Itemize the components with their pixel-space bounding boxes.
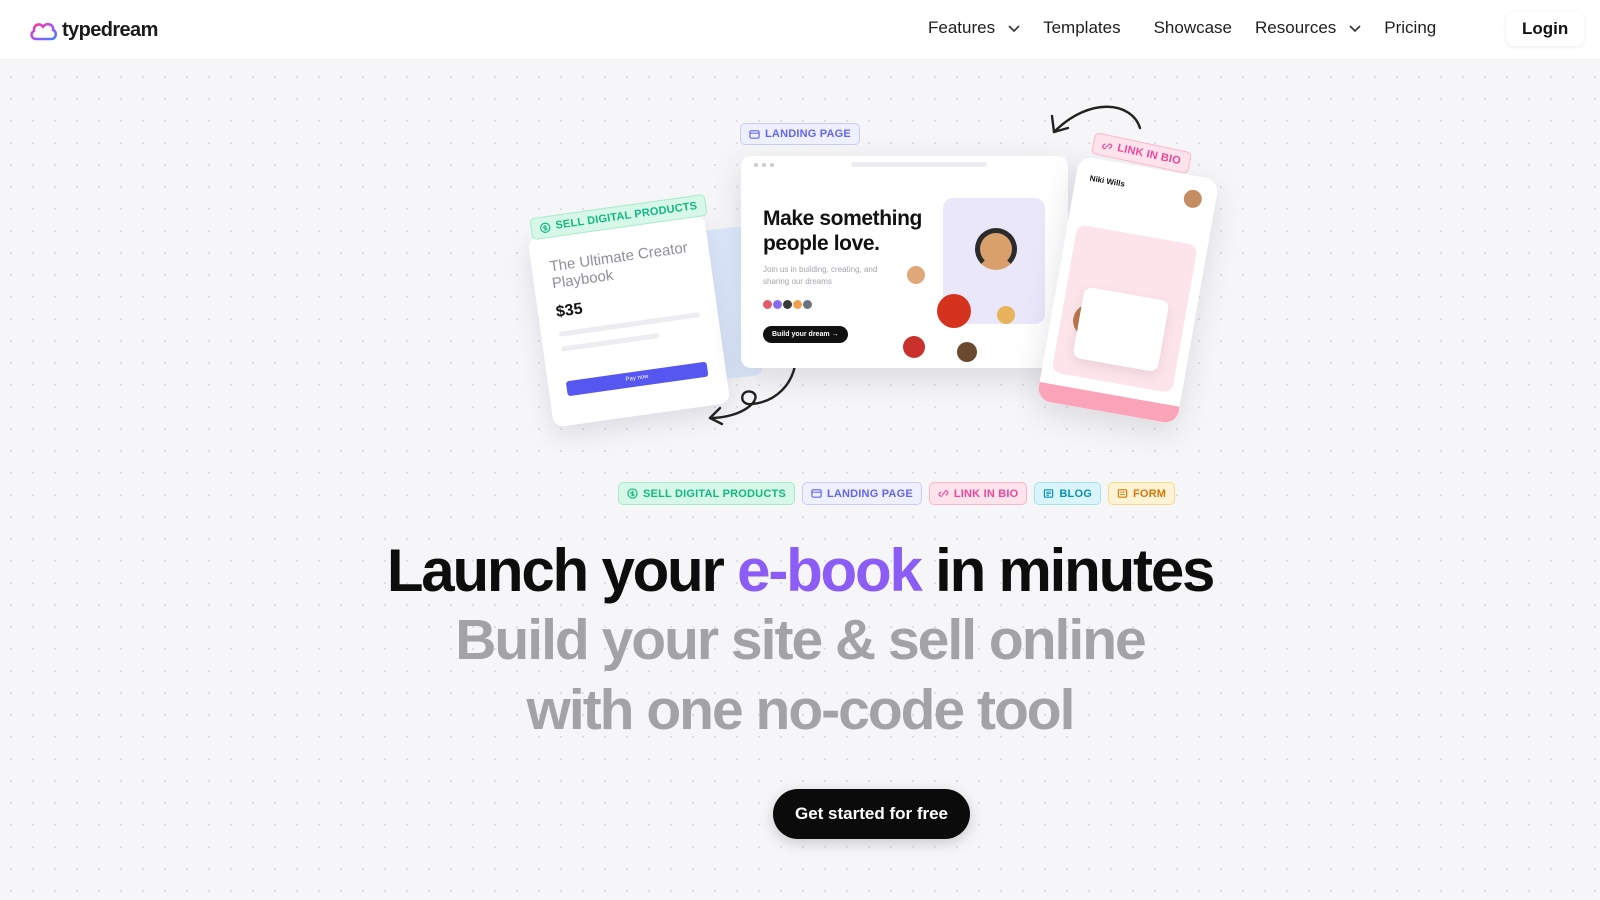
headline-accent: e-book (737, 537, 923, 604)
memoji-avatar-icon (957, 342, 977, 362)
landing-page-preview: Make something people love. Join us in b… (741, 156, 1068, 368)
landing-cta-button: Build your dream → (763, 326, 848, 343)
nav-resources[interactable]: Resources (1255, 18, 1362, 38)
memoji-avatar-icon (997, 306, 1015, 324)
newspaper-icon (1044, 489, 1054, 498)
chip-blog[interactable]: BLOG (1034, 482, 1101, 505)
avatar-stack (763, 300, 812, 309)
pay-now-button: Pay now (565, 361, 709, 397)
get-started-button[interactable]: Get started for free (773, 789, 970, 839)
memoji-avatar-icon (907, 266, 925, 284)
nav-features[interactable]: Features (928, 18, 1021, 38)
browser-window-icon (811, 489, 822, 498)
chip-landing-label: LANDING PAGE (826, 487, 913, 500)
dollar-circle-icon (540, 222, 551, 233)
nav-showcase[interactable]: Showcase (1154, 18, 1232, 38)
product-card-preview: The Ultimate Creator Playbook $35 Pay no… (527, 214, 731, 428)
bio-product-card (1072, 286, 1170, 373)
hero-illustration: The Ultimate Creator Playbook $35 Pay no… (0, 0, 1600, 460)
brand-logo[interactable]: typedream (28, 17, 158, 43)
memoji-avatar-icon (975, 228, 1017, 270)
dollar-circle-icon (627, 488, 638, 499)
memoji-avatar-icon (1182, 188, 1204, 210)
memoji-avatar-icon (937, 294, 971, 328)
chip-link-in-bio[interactable]: LINK IN BIO (928, 482, 1028, 505)
chip-landing-page[interactable]: LANDING PAGE (801, 482, 922, 505)
tag-landing-label: LANDING PAGE (765, 128, 851, 140)
chip-form[interactable]: FORM (1107, 482, 1176, 505)
memoji-avatar-icon (903, 336, 925, 358)
nav-showcase-label: Showcase (1153, 18, 1233, 37)
nav-templates-label: Templates (1043, 18, 1121, 37)
headline-suffix: in minutes (935, 537, 1215, 604)
nav-pricing[interactable]: Pricing (1384, 18, 1436, 38)
tag-landing-page: LANDING PAGE (740, 123, 860, 145)
chevron-down-icon (1008, 25, 1020, 33)
address-bar (851, 162, 987, 167)
subheadline-line-1: Build your site & sell online (455, 608, 1146, 672)
bio-name: Niki Wills (1089, 173, 1126, 189)
hero-subheadline: Build your site & sell online with one n… (0, 605, 1600, 745)
hero-headline: Launch your e-book in minutes (0, 536, 1600, 606)
link-icon (938, 490, 949, 497)
chip-blog-label: BLOG (1059, 487, 1092, 500)
chip-sell-label: SELL DIGITAL PRODUCTS (643, 487, 786, 500)
nav-resources-label: Resources (1255, 18, 1337, 37)
link-icon (1102, 143, 1113, 149)
landing-heading: Make something people love. (763, 207, 922, 255)
chevron-down-icon (1349, 25, 1361, 33)
brand-name: typedream (62, 18, 158, 41)
cloud-logo-icon (30, 22, 58, 41)
subheadline-line-2: with one no-code tool (526, 678, 1076, 742)
nav-pricing-label: Pricing (1384, 18, 1437, 37)
chip-sell-digital-products[interactable]: SELL DIGITAL PRODUCTS (618, 482, 795, 505)
expiry-field (560, 332, 661, 352)
top-navbar: typedream Features Templates Showcase Re… (0, 0, 1600, 60)
form-icon (1117, 489, 1128, 498)
product-title: The Ultimate Creator Playbook (548, 239, 689, 293)
landing-subtitle: Join us in building, creating, and shari… (763, 265, 878, 286)
login-button[interactable]: Login (1506, 12, 1585, 46)
chip-bio-label: LINK IN BIO (953, 487, 1019, 500)
chip-form-label: FORM (1132, 487, 1167, 500)
nav-features-label: Features (928, 18, 996, 37)
nav-links: Features Templates Showcase Resources Pr… (928, 18, 1436, 38)
window-dots (754, 163, 774, 167)
headline-prefix: Launch your (386, 537, 725, 604)
category-chips: SELL DIGITAL PRODUCTS LANDING PAGE LINK … (618, 482, 1176, 505)
nav-templates[interactable]: Templates (1043, 18, 1120, 38)
browser-window-icon (749, 129, 760, 139)
